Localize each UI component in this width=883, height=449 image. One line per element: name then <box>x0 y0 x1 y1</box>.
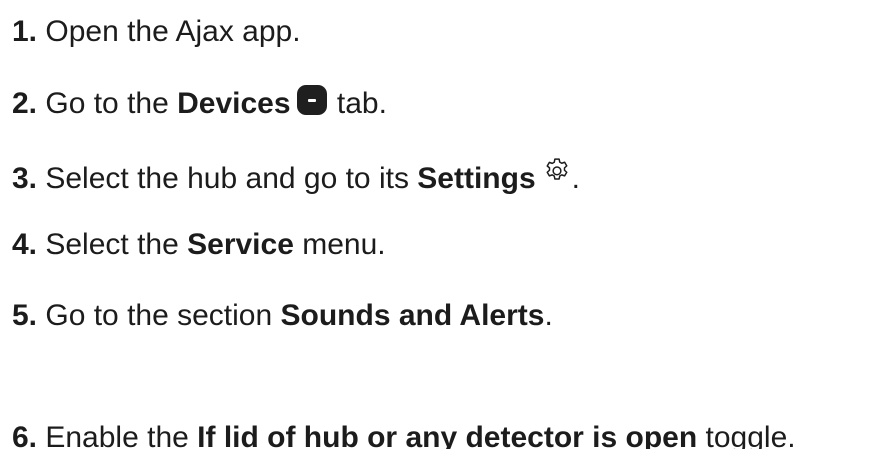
step-text: toggle. <box>697 421 796 449</box>
step-2: 2. Go to the Devices tab. <box>12 85 387 122</box>
step-number: 2. <box>12 87 38 120</box>
step-number: 4. <box>12 228 38 261</box>
sounds-alerts-label: Sounds and Alerts <box>280 299 545 332</box>
step-number: 1. <box>12 15 38 48</box>
lid-open-toggle-label: If lid of hub or any detector is open <box>197 421 698 449</box>
step-5: 5. Go to the section Sounds and Alerts. <box>12 298 553 334</box>
step-text: Open the Ajax app. <box>37 15 301 48</box>
step-text: menu. <box>293 228 386 261</box>
step-text: . <box>544 299 553 332</box>
step-text: Select the hub and go to its <box>37 162 418 195</box>
devices-label: Devices <box>177 87 291 120</box>
step-text: Go to the <box>37 87 178 120</box>
step-number: 5. <box>12 299 38 332</box>
step-4: 4. Select the Service menu. <box>12 227 386 263</box>
step-number: 3. <box>12 162 38 195</box>
step-6: 6. Enable the If lid of hub or any detec… <box>12 420 796 449</box>
step-text: Enable the <box>37 421 198 449</box>
devices-tab-icon <box>296 85 327 115</box>
step-text: tab. <box>328 87 387 120</box>
step-text: . <box>571 162 580 195</box>
step-3: 3. Select the hub and go to its Settings… <box>12 156 580 197</box>
gear-icon <box>546 158 568 180</box>
step-number: 6. <box>12 421 38 449</box>
service-label: Service <box>187 228 294 261</box>
settings-label: Settings <box>417 162 536 195</box>
step-text: Select the <box>37 228 188 261</box>
instruction-steps: 1. Open the Ajax app. 2. Go to the Devic… <box>12 0 883 449</box>
step-text: Go to the section <box>37 299 281 332</box>
step-1: 1. Open the Ajax app. <box>12 14 301 50</box>
